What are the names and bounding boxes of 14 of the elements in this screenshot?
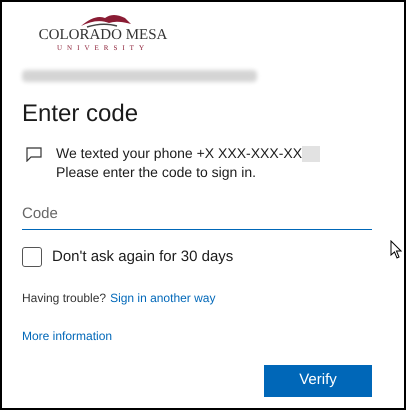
checkbox-label: Don't ask again for 30 days — [52, 247, 234, 267]
more-information-link[interactable]: More information — [22, 326, 112, 344]
code-input-field[interactable]: Code — [22, 198, 372, 230]
page-title: Enter code — [22, 99, 140, 129]
message-text: Please enter the code to sign in. — [56, 163, 258, 182]
mouse-cursor-icon — [390, 240, 402, 259]
help-text: Having trouble? — [22, 290, 106, 306]
chat-bubble-icon — [26, 147, 42, 162]
logo-wordmark: COLORADO MESA — [38, 28, 168, 43]
redacted-digits — [302, 146, 320, 162]
checkbox[interactable] — [22, 247, 42, 268]
message-text: We texted your phone +X XXX-XXX-XX — [56, 144, 302, 163]
sign-in-another-way-link[interactable]: Sign in another way — [110, 288, 216, 306]
verify-button[interactable]: Verify — [264, 364, 372, 396]
